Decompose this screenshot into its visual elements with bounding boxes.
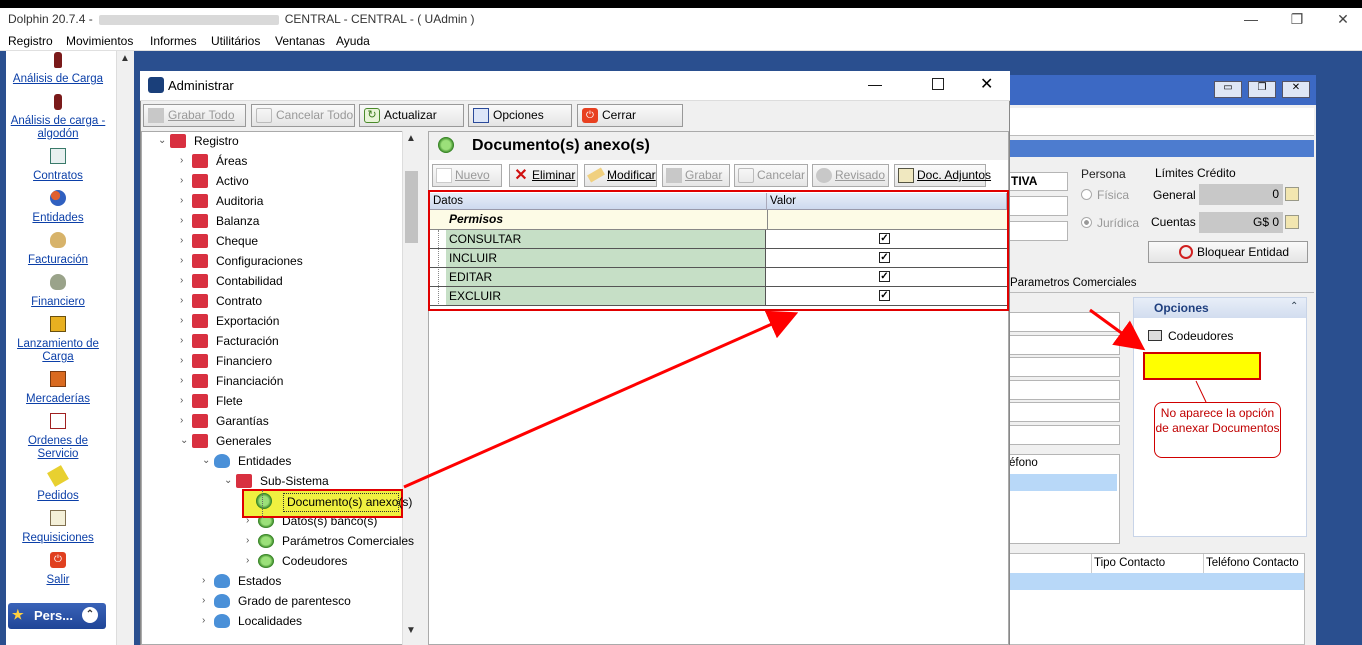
annotation-arrow <box>1089 308 1146 351</box>
annotation-overlay <box>403 308 1207 489</box>
annotation-callout: No aparece la opción de anexar Documento… <box>1154 402 1281 458</box>
annotation-arrow <box>403 310 799 489</box>
